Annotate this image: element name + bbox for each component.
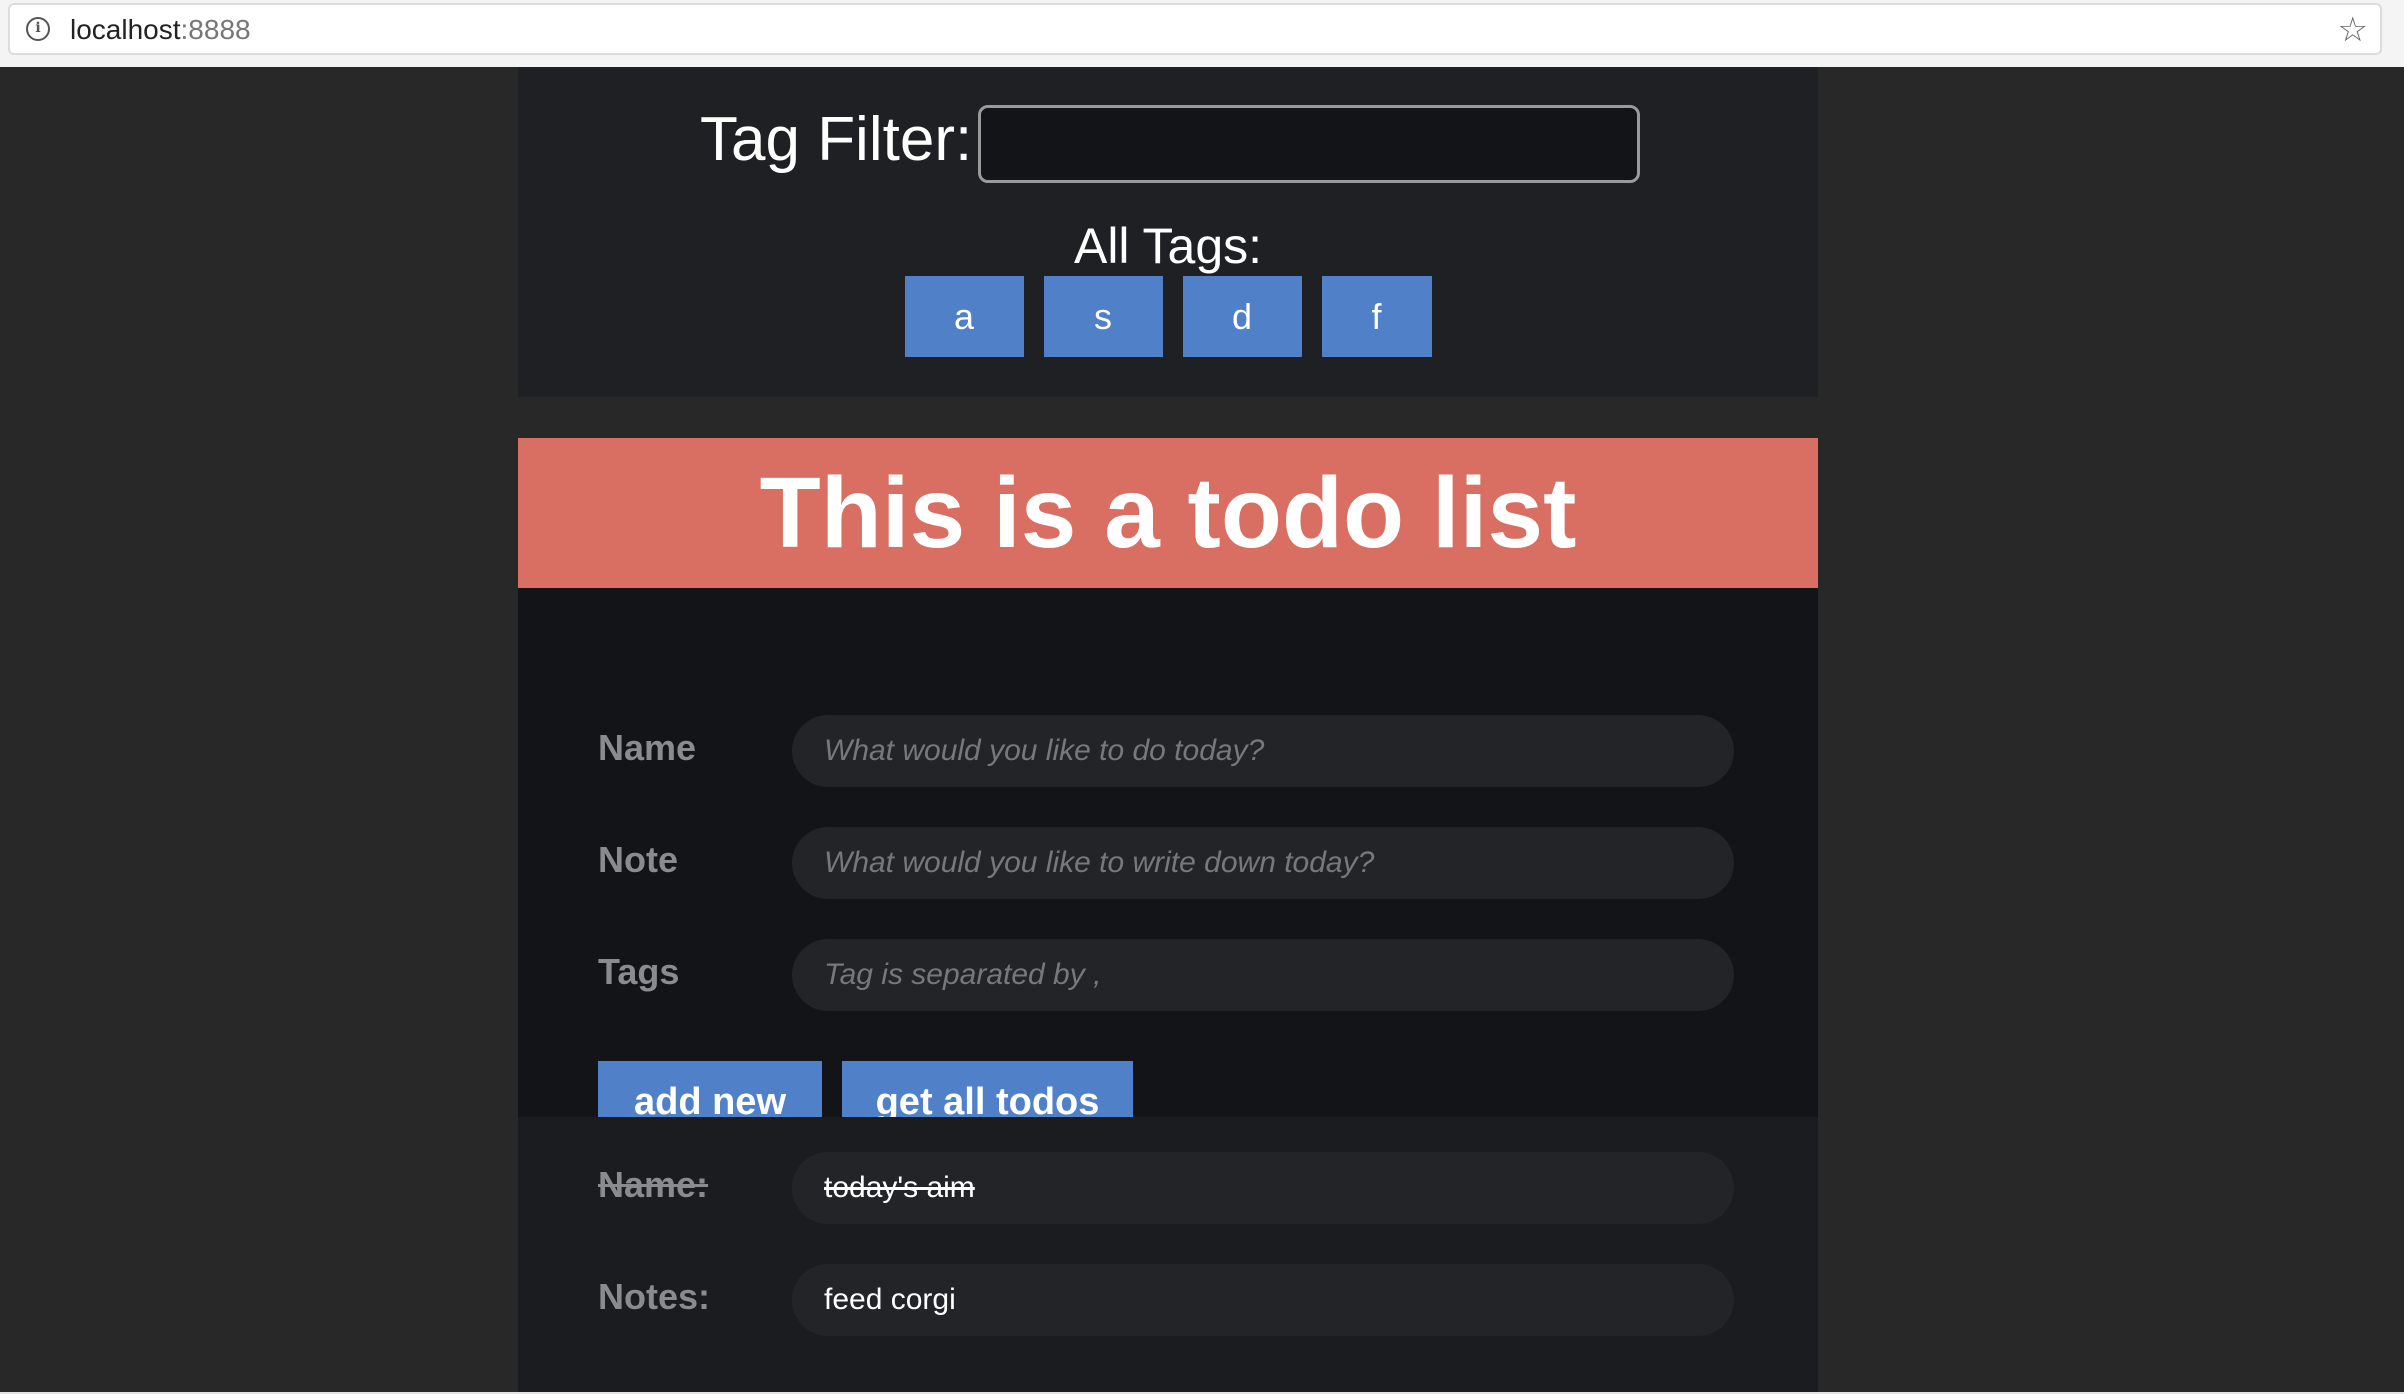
tag-filter-panel: Tag Filter: All Tags: a s d f: [518, 67, 1818, 397]
bookmark-star-icon[interactable]: ☆: [2338, 11, 2368, 49]
todo-notes-label: Notes:: [598, 1276, 711, 1317]
address-bar[interactable]: i localhost:8888 ☆: [8, 3, 2382, 55]
tags-label: Tags: [598, 951, 680, 992]
tag-filter-label: Tag Filter:: [700, 105, 973, 174]
url-text[interactable]: localhost:8888: [70, 15, 251, 45]
note-input[interactable]: [792, 827, 1734, 899]
name-input[interactable]: [792, 715, 1734, 787]
tag-button-s[interactable]: s: [1043, 276, 1163, 357]
tag-filter-input[interactable]: [978, 105, 1640, 183]
name-label: Name: [598, 727, 697, 768]
todo-name-label: Name:: [598, 1164, 709, 1205]
todo-name-field[interactable]: today's aim: [792, 1152, 1734, 1224]
todo-list: Name: today's aim Notes: feed corgi: [518, 1117, 1818, 1392]
page: Tag Filter: All Tags: a s d f This is a …: [0, 67, 2404, 1392]
url-port: :8888: [180, 14, 251, 45]
tag-button-d[interactable]: d: [1182, 276, 1302, 357]
info-icon[interactable]: i: [26, 17, 50, 41]
tag-button-a[interactable]: a: [904, 276, 1024, 357]
todo-notes-field[interactable]: feed corgi: [792, 1264, 1734, 1336]
todo-title-banner: This is a todo list: [518, 438, 1818, 588]
todo-notes-value: feed corgi: [824, 1283, 956, 1316]
tags-input[interactable]: [792, 939, 1734, 1011]
note-label: Note: [598, 839, 678, 880]
all-tags-label: All Tags:: [1073, 218, 1263, 274]
todo-name-value: today's aim: [824, 1171, 975, 1204]
new-todo-form: Name Note Tags add new get all todos: [518, 588, 1818, 1183]
page-title: This is a todo list: [759, 456, 1577, 569]
all-tags-list: a s d f: [518, 276, 1818, 357]
tag-button-f[interactable]: f: [1321, 276, 1432, 357]
url-host: localhost: [70, 14, 181, 45]
